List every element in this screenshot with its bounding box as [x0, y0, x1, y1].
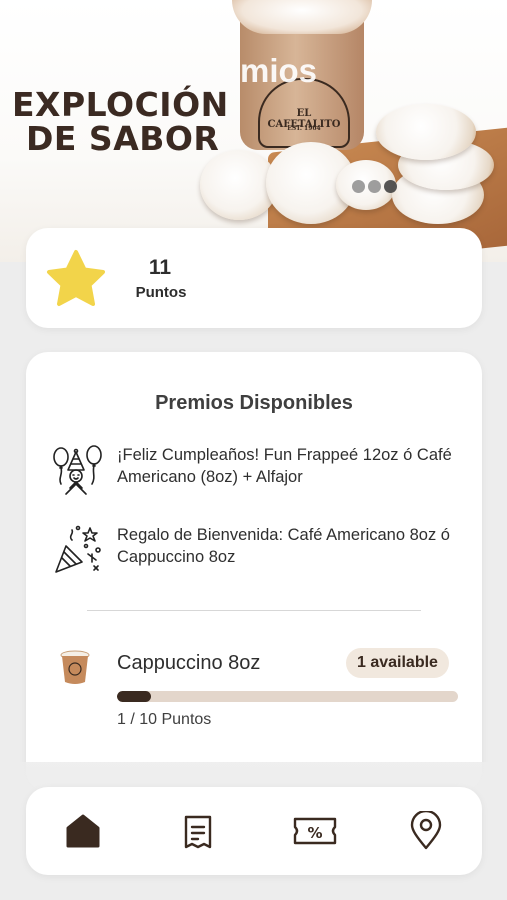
points-card: 11 Puntos: [26, 228, 482, 328]
nav-locations[interactable]: [406, 809, 446, 851]
receipt-icon: [184, 815, 212, 849]
banner-headline: EXPLOCIÓN DE SABOR: [12, 88, 252, 156]
nav-promotions[interactable]: %: [292, 811, 338, 851]
star-icon: [47, 250, 105, 306]
nav-orders[interactable]: [178, 811, 218, 851]
progress-text: 1 / 10 Puntos: [117, 711, 212, 728]
rewards-card: Premios Disponibles ¡Feliz Cumpleaños! F…: [26, 352, 482, 792]
banner-overlay-text: mios: [240, 52, 318, 89]
reward-text: Regalo de Bienvenida: Café Americano 8oz…: [117, 526, 450, 566]
nav-home[interactable]: [63, 811, 103, 851]
confetti-party-icon: [55, 525, 101, 573]
balloons-party-icon: [53, 445, 102, 495]
promo-banner[interactable]: EL CAFETALITO EST. 1964 mios EXPLOCIÓN D…: [0, 0, 507, 262]
cup-whipped-cream: [232, 0, 372, 34]
cappuccino-cup-icon: [60, 650, 90, 684]
headline-line-1: EXPLOCIÓN: [12, 85, 229, 124]
points-label: Puntos: [135, 284, 187, 301]
progress-fill: [117, 691, 152, 702]
carousel-dot-active[interactable]: [384, 180, 397, 193]
loyalty-progress-bar: [117, 691, 458, 702]
location-pin-icon: [410, 809, 442, 850]
discount-ticket-icon: %: [293, 817, 337, 845]
cup-est-text: EST. 1964: [287, 125, 321, 132]
bottom-nav: %: [26, 787, 482, 875]
loyalty-product-name: Cappuccino 8oz: [117, 652, 261, 674]
rewards-title: Premios Disponibles: [155, 392, 353, 414]
carousel-dot[interactable]: [368, 180, 381, 193]
divider: [87, 610, 421, 611]
home-icon: [66, 814, 100, 848]
reward-text: ¡Feliz Cumpleaños! Fun Frappeé 12oz ó Ca…: [117, 446, 452, 486]
alfajor-cookie: [376, 104, 476, 160]
svg-text:%: %: [307, 824, 322, 842]
availability-badge: 1 available: [346, 648, 449, 678]
headline-line-2: DE SABOR: [26, 119, 220, 158]
points-value: 11: [148, 256, 172, 279]
carousel-dot[interactable]: [352, 180, 365, 193]
carousel-indicators: [352, 180, 400, 198]
